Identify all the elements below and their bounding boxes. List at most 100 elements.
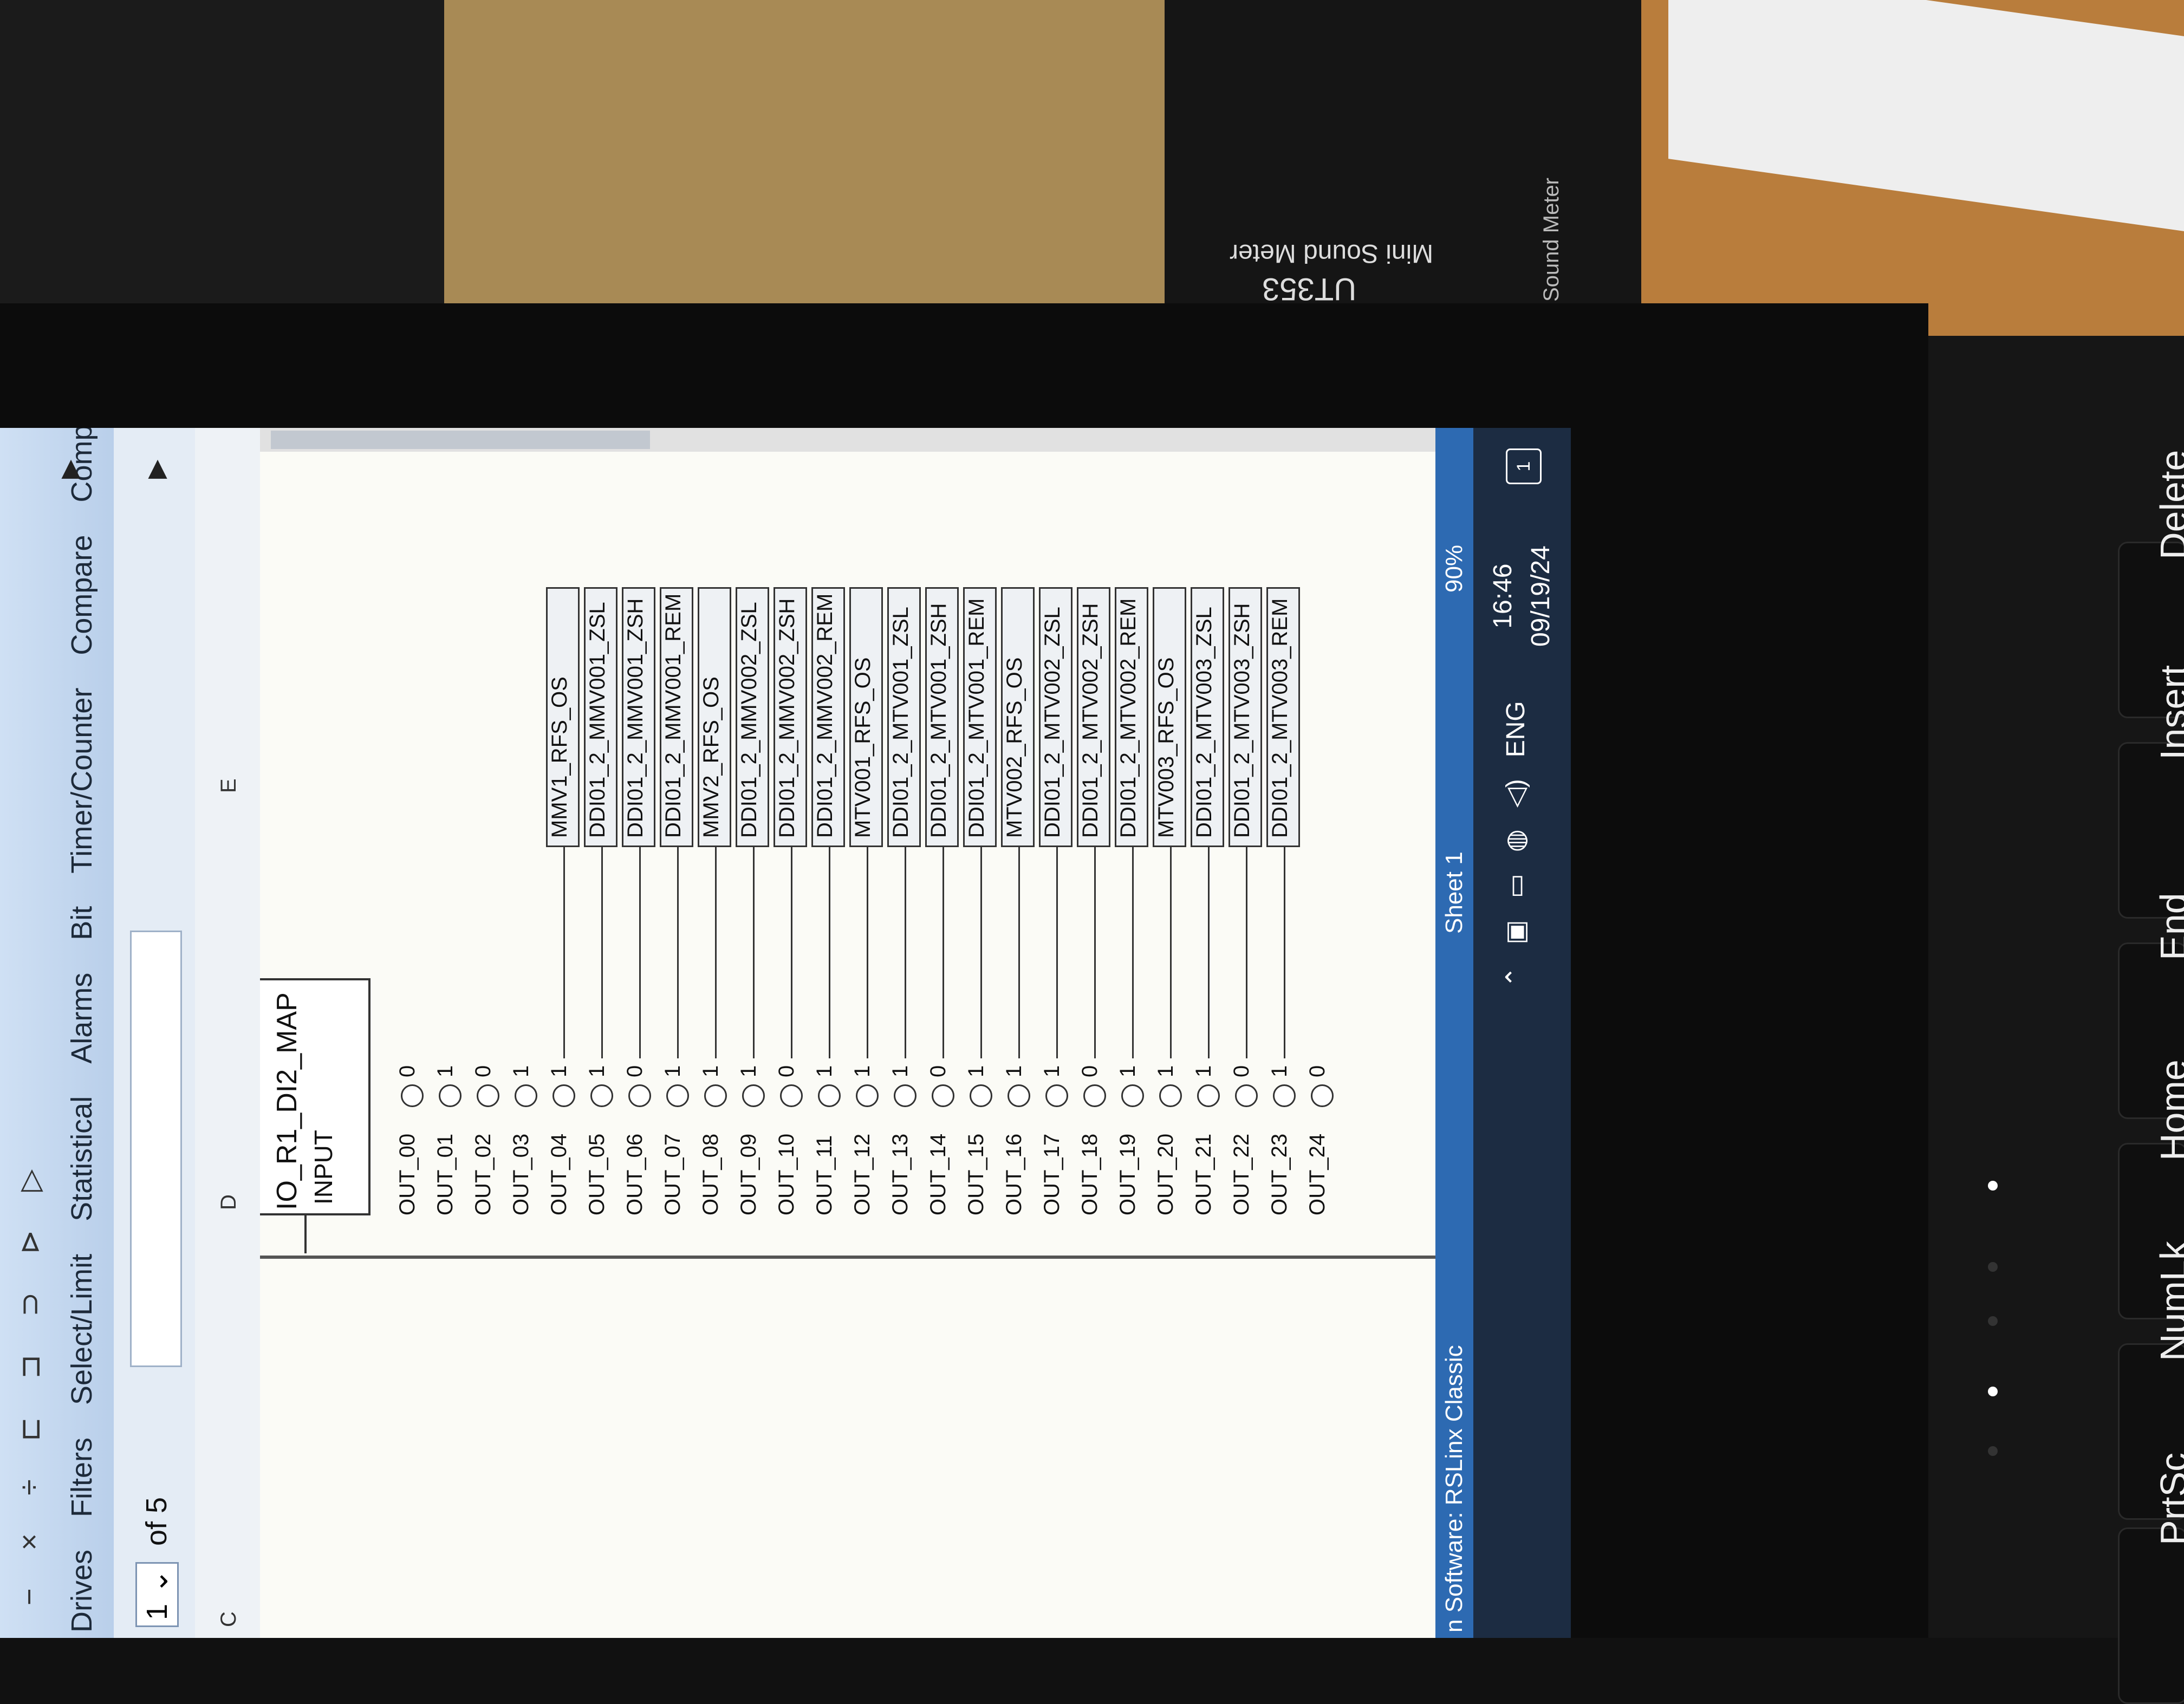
tab-filters[interactable]: Filters (65, 1438, 99, 1517)
output-tag[interactable]: DDI01_2_MTV002_ZSH (1077, 587, 1110, 847)
nav-right-icon[interactable]: ▶ (141, 460, 170, 479)
output-wire (1018, 847, 1020, 1058)
clock[interactable]: 16:46 09/19/24 (1484, 545, 1560, 647)
output-tag[interactable]: DDI01_2_MTV001_REM (963, 587, 997, 847)
output-tag[interactable]: MMV2_RFS_OS (698, 587, 731, 847)
output-row: OUT_03 1 (509, 620, 544, 1215)
divide-icon[interactable]: ÷ (12, 1479, 46, 1495)
output-connector[interactable] (1083, 1084, 1106, 1107)
output-value: 1 (1040, 1065, 1064, 1077)
output-value: 1 (1192, 1065, 1216, 1077)
tabs-scroll-right-icon[interactable]: ▶ (54, 460, 83, 479)
output-connector[interactable] (401, 1084, 424, 1107)
output-connector[interactable] (780, 1084, 803, 1107)
globe-icon[interactable]: ◍ (1500, 829, 1531, 852)
output-pin-label: OUT_18 (1078, 1133, 1102, 1215)
output-connector[interactable] (742, 1084, 765, 1107)
output-value: 1 (964, 1065, 988, 1077)
scrollbar-thumb[interactable] (271, 431, 650, 449)
tab-bit[interactable]: Bit (65, 906, 99, 940)
output-connector[interactable] (1273, 1084, 1296, 1107)
output-tag[interactable]: DDI01_2_MTV001_ZSH (925, 587, 959, 847)
output-connector[interactable] (439, 1084, 461, 1107)
output-connector[interactable] (1235, 1084, 1258, 1107)
output-connector[interactable] (704, 1084, 727, 1107)
status-led (1988, 1262, 1998, 1272)
output-value: 0 (395, 1065, 419, 1077)
times-icon[interactable]: × (12, 1533, 46, 1551)
output-pin-label: OUT_13 (888, 1133, 912, 1215)
output-value: 1 (850, 1065, 874, 1077)
output-connector[interactable] (856, 1084, 879, 1107)
notification-icon[interactable]: 1 (1506, 448, 1542, 484)
output-wire (677, 847, 679, 1058)
battery-icon[interactable]: ▭ (1500, 874, 1531, 898)
output-tag[interactable]: DDI01_2_MTV003_ZSH (1228, 587, 1262, 847)
output-row: OUT_15 1 DDI01_2_MTV001_REM (963, 587, 999, 1215)
gate-icon-2[interactable]: ⊐ (12, 1355, 47, 1379)
output-pin-label: OUT_06 (623, 1133, 647, 1215)
output-wire (867, 847, 868, 1058)
block-name: IO_R1_DI2_MAP (271, 992, 303, 1210)
gate-icon-3[interactable]: ⊃ (12, 1292, 47, 1317)
output-tag[interactable]: DDI01_2_MMV002_REM (811, 587, 845, 847)
search-input[interactable] (130, 931, 182, 1367)
output-connector[interactable] (894, 1084, 916, 1107)
tab-alarms[interactable]: Alarms (65, 973, 99, 1064)
output-connector[interactable] (1197, 1084, 1220, 1107)
output-connector[interactable] (932, 1084, 954, 1107)
output-connector[interactable] (477, 1084, 499, 1107)
output-connector[interactable] (552, 1084, 575, 1107)
tab-statistical[interactable]: Statistical (65, 1096, 99, 1221)
output-connector[interactable] (590, 1084, 613, 1107)
output-row: OUT_24 0 (1305, 620, 1340, 1215)
page-select[interactable]: 1 ⌄ (135, 1562, 179, 1627)
output-tag[interactable]: DDI01_2_MTV002_REM (1115, 587, 1148, 847)
output-tag[interactable]: DDI01_2_MMV002_ZSL (736, 587, 769, 847)
output-connector[interactable] (1159, 1084, 1182, 1107)
output-connector[interactable] (1045, 1084, 1068, 1107)
chevron-down-icon[interactable]: ⌄ (140, 1569, 174, 1594)
gate-icon-1[interactable]: ⊏ (12, 1417, 47, 1441)
language-indicator[interactable]: ENG (1501, 701, 1531, 757)
speaker-icon[interactable]: ◁) (1500, 779, 1531, 808)
output-tag[interactable]: MTV003_RFS_OS (1153, 587, 1186, 847)
output-wire (942, 847, 944, 1058)
status-led (1988, 1446, 1998, 1456)
output-tag[interactable]: MMV1_RFS_OS (546, 587, 580, 847)
output-connector[interactable] (970, 1084, 992, 1107)
output-pin-label: OUT_05 (585, 1133, 609, 1215)
ribbon: − × ÷ ⊏ ⊐ ⊃ ⊳ ▷ Drives Filters Select/Li… (0, 428, 115, 1638)
output-connector[interactable] (666, 1084, 689, 1107)
tab-compare[interactable]: Compare (65, 535, 99, 655)
output-wire (1094, 847, 1096, 1058)
chevron-up-icon[interactable]: ⌃ (1500, 966, 1531, 988)
output-connector[interactable] (515, 1084, 537, 1107)
output-tag[interactable]: DDI01_2_MMV001_ZSL (584, 587, 618, 847)
output-connector[interactable] (1121, 1084, 1144, 1107)
output-tag[interactable]: DDI01_2_MMV001_REM (660, 587, 693, 847)
output-connector[interactable] (1311, 1084, 1334, 1107)
output-tag[interactable]: DDI01_2_MTV001_ZSL (887, 587, 921, 847)
output-tag[interactable]: DDI01_2_MTV002_ZSL (1039, 587, 1072, 847)
camera-icon[interactable]: ▣ (1500, 920, 1531, 944)
output-connector[interactable] (628, 1084, 651, 1107)
arrow-icon[interactable]: ▷ (12, 1169, 47, 1192)
tab-drives[interactable]: Drives (65, 1550, 99, 1633)
output-tag[interactable]: DDI01_2_MTV003_ZSL (1191, 587, 1224, 847)
output-value: 0 (1305, 1065, 1329, 1077)
key-insert: Insert (2118, 665, 2184, 919)
gate-icon-4[interactable]: ⊳ (12, 1230, 47, 1254)
output-tag[interactable]: DDI01_2_MMV001_ZSH (622, 587, 655, 847)
output-tag[interactable]: MTV001_RFS_OS (849, 587, 883, 847)
key-prtsc: PrtSc (2118, 1453, 2184, 1704)
output-tag[interactable]: DDI01_2_MMV002_ZSH (774, 587, 807, 847)
tab-select-limit[interactable]: Select/Limit (65, 1254, 99, 1405)
output-connector[interactable] (818, 1084, 841, 1107)
minus-icon[interactable]: − (12, 1588, 46, 1605)
output-connector[interactable] (1007, 1084, 1030, 1107)
output-value: 1 (1154, 1065, 1178, 1077)
output-tag[interactable]: DDI01_2_MTV003_REM (1266, 587, 1300, 847)
output-tag[interactable]: MTV002_RFS_OS (1001, 587, 1035, 847)
tab-timer-counter[interactable]: Timer/Counter (65, 688, 99, 874)
